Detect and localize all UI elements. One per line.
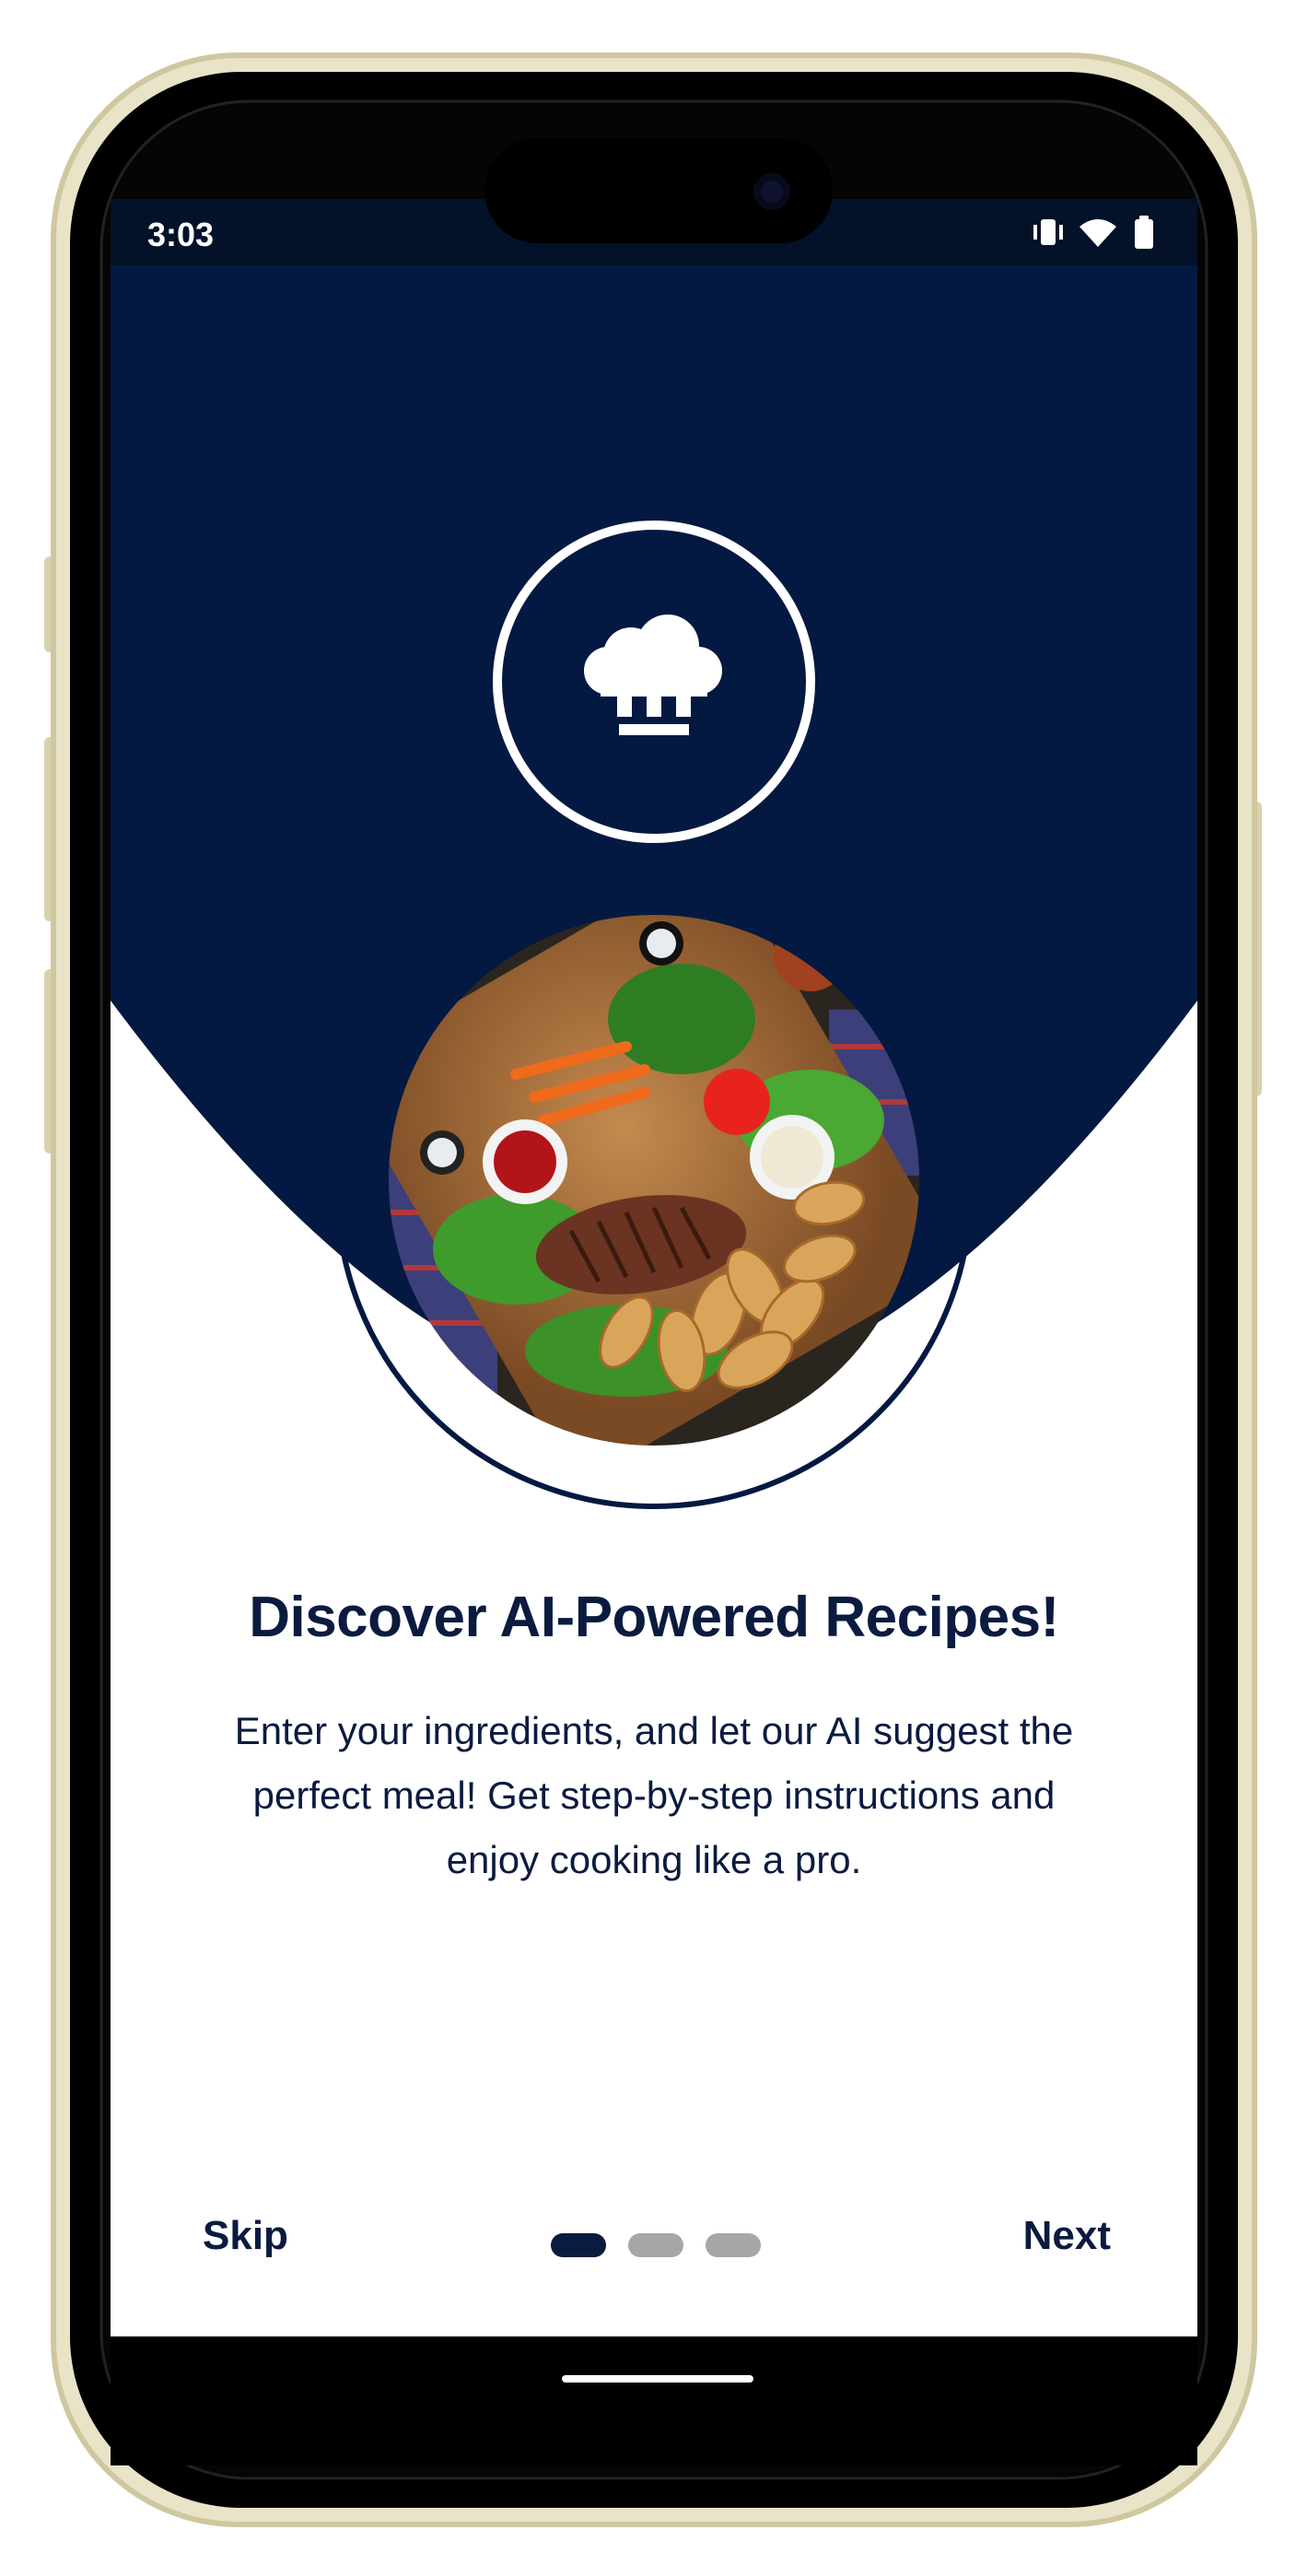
page-title: Discover AI-Powered Recipes! bbox=[249, 1586, 1059, 1649]
wifi-icon bbox=[1079, 219, 1116, 247]
page-dot bbox=[628, 2233, 683, 2257]
page-indicator bbox=[551, 2233, 761, 2257]
page-dot-active bbox=[551, 2233, 606, 2257]
camera-icon bbox=[753, 173, 790, 210]
next-button[interactable]: Next bbox=[1023, 2213, 1111, 2259]
description-line: enjoy cooking like a pro. bbox=[446, 1838, 862, 1881]
status-icons bbox=[1033, 216, 1153, 249]
hero-illustration bbox=[111, 199, 1197, 1509]
vibrate-icon bbox=[1033, 219, 1063, 245]
home-indicator[interactable] bbox=[562, 2375, 753, 2383]
description-line: perfect meal! Get step-by-step instructi… bbox=[252, 1774, 1056, 1817]
app-screen: 3:03 Discover AI-Powered Recipes! Enter … bbox=[111, 199, 1197, 2336]
description-line: Enter your ingredients, and let our AI s… bbox=[234, 1709, 1074, 1752]
navigation-bar bbox=[111, 2336, 1197, 2465]
description: Enter your ingredients, and let our AI s… bbox=[147, 1699, 1161, 1892]
page-dot bbox=[706, 2233, 761, 2257]
skip-button[interactable]: Skip bbox=[203, 2213, 288, 2259]
status-time: 3:03 bbox=[147, 216, 215, 253]
battery-icon bbox=[1135, 216, 1153, 249]
